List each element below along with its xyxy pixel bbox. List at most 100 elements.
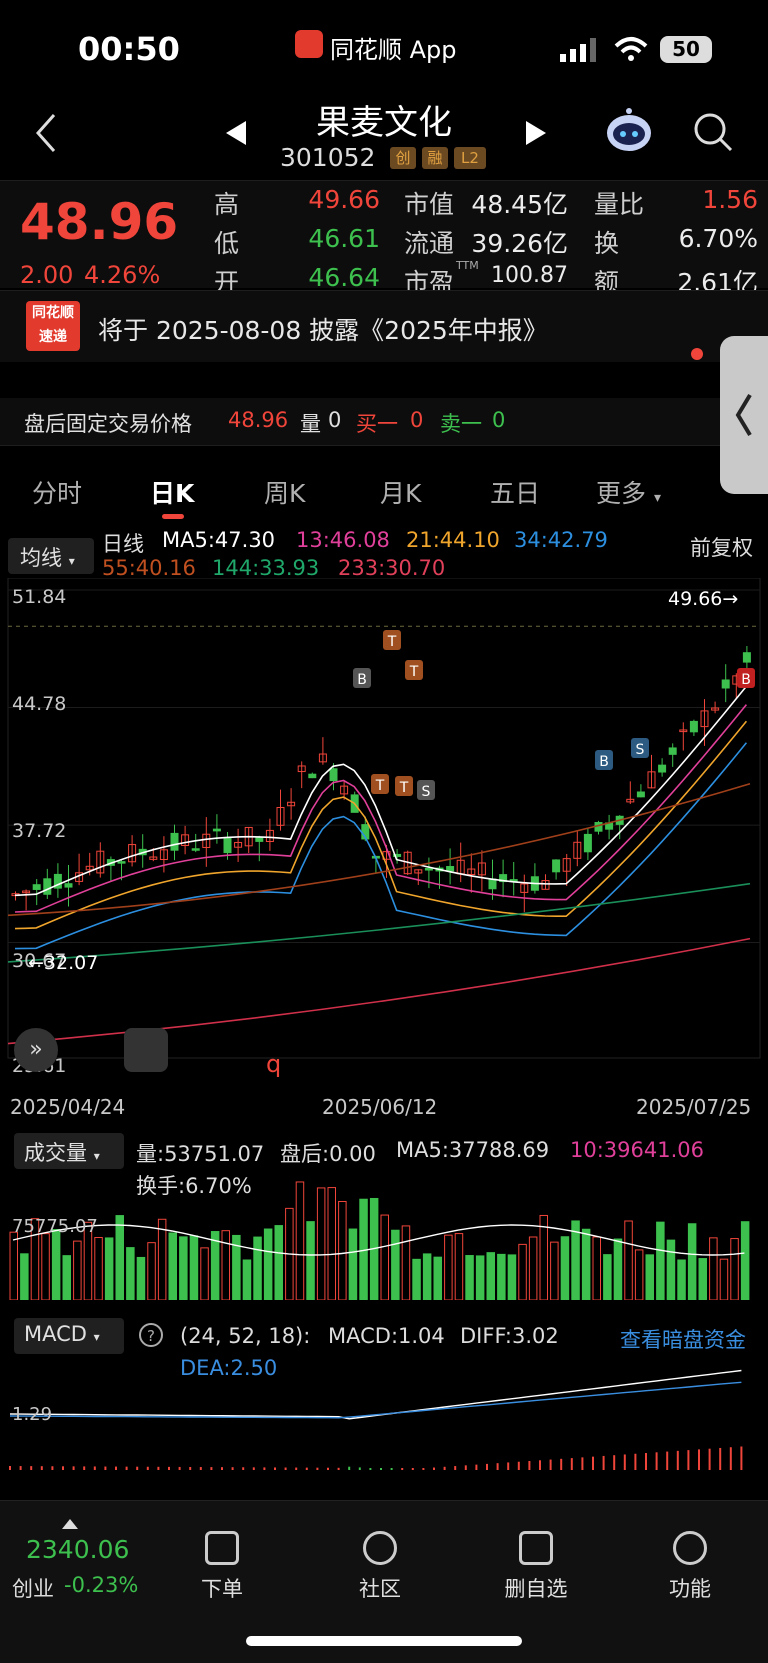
dropdown-caret-icon: ▾ [68, 554, 75, 568]
ma55-value: 55:40.16 [102, 556, 196, 580]
expand-icon[interactable]: » [14, 1028, 58, 1072]
index-value[interactable]: 2340.06 [26, 1535, 129, 1564]
volume-bar [687, 1223, 697, 1300]
express-logo: 同花顺 速递 [26, 301, 80, 351]
tab-five-day[interactable]: 五日 [490, 474, 540, 510]
volume-bar [73, 1240, 82, 1300]
order-button[interactable]: 下单 [182, 1531, 262, 1603]
tab-intraday[interactable]: 分时 [32, 474, 82, 510]
volume-bar [422, 1253, 432, 1300]
dark-pool-link[interactable]: 查看暗盘资金 [620, 1324, 746, 1354]
volume-bar [327, 1187, 336, 1300]
date-end: 2025/07/25 [636, 1095, 752, 1119]
status-bar: 00:50 同花顺 App 50 [0, 0, 768, 95]
chevron-left-icon [735, 393, 752, 437]
diff-line [9, 1369, 742, 1420]
volume-bar [740, 1221, 750, 1300]
volume-bar [338, 1200, 347, 1300]
signal-marker: T [405, 660, 423, 680]
help-icon[interactable]: ? [138, 1322, 164, 1348]
volume-bar [656, 1221, 665, 1300]
tag-chuang: 创 [390, 147, 416, 169]
volume-bar [518, 1243, 527, 1300]
ma21-value: 21:44.10 [406, 528, 500, 552]
signal-marker-label: T [399, 780, 409, 796]
volume-bar [51, 1228, 61, 1300]
candle-body [255, 837, 264, 842]
notice-banner[interactable]: 同花顺 速递 将于 2025-08-08 披露《2025年中报》 [0, 290, 768, 362]
remove-watchlist-button[interactable]: 删自选 [496, 1531, 576, 1603]
volume-bar [136, 1256, 146, 1300]
macd-caret-icon: ▾ [93, 1330, 100, 1344]
low-value: 46.61 [308, 224, 380, 253]
volume-bar [730, 1238, 739, 1300]
price-change-pct: 4.26% [84, 261, 161, 289]
volume-bar [581, 1228, 591, 1300]
volume-bar [550, 1241, 559, 1300]
volume-bar [348, 1228, 358, 1300]
period-label: 日线 [102, 532, 144, 556]
volume-bar [634, 1249, 644, 1300]
signal-marker-label: B [741, 672, 751, 688]
signal-marker-label: T [409, 664, 419, 680]
signal-marker-label: S [422, 784, 431, 800]
candle-body [636, 791, 645, 798]
volume-bar [179, 1236, 188, 1300]
order-label: 下单 [201, 1577, 243, 1601]
functions-button[interactable]: 功能 [650, 1531, 730, 1603]
next-stock-icon[interactable] [524, 121, 546, 145]
y-label-3: 37.72 [12, 820, 67, 842]
robot-assistant-icon[interactable] [604, 107, 654, 155]
functions-label: 功能 [669, 1577, 711, 1601]
candle-body [43, 878, 52, 895]
volume-bar [444, 1234, 453, 1300]
volume-bar [20, 1253, 29, 1300]
tab-more[interactable]: 更多 ▾ [596, 474, 661, 510]
tag-l2: L2 [454, 147, 486, 169]
candlestick-chart[interactable]: BTTT T SBSB [0, 578, 768, 1093]
tab-monthly-k[interactable]: 月K [380, 474, 421, 510]
float-label: 流通 [404, 229, 455, 258]
candle-body [583, 833, 592, 853]
community-button[interactable]: 社区 [340, 1531, 420, 1603]
remove-watchlist-icon [519, 1531, 553, 1565]
index-name: 创业 [12, 1577, 54, 1601]
signal-marker: B [353, 668, 371, 688]
volume-ma10: 10:39641.06 [570, 1138, 704, 1162]
adjust-mode[interactable]: 前复权 [690, 532, 753, 562]
volume-bar [497, 1253, 506, 1300]
signal-marker-label: B [357, 672, 367, 688]
sell1-label: 卖一 [440, 412, 482, 436]
tab-daily-k[interactable]: 日K [150, 474, 194, 510]
mcap-value: 48.45亿 [471, 190, 568, 219]
more-caret-icon: ▾ [653, 490, 661, 506]
ma34-line [14, 742, 748, 950]
tab-weekly-k[interactable]: 周K [264, 474, 305, 510]
high-value: 49.66 [308, 185, 380, 214]
macd-select[interactable]: MACD ▾ [14, 1318, 124, 1354]
volume-bar [709, 1237, 718, 1300]
candle-body [212, 828, 221, 832]
float-value: 39.26亿 [471, 229, 568, 258]
open-value: 46.64 [308, 263, 380, 292]
candle-body [658, 764, 667, 773]
indicator-select[interactable]: 均线 ▾ [8, 538, 94, 574]
pe-value: 100.87 [491, 263, 568, 288]
fullscreen-icon[interactable] [124, 1028, 168, 1072]
volume-bar [126, 1247, 135, 1300]
chart-frame [7, 578, 761, 1059]
candle-body [552, 859, 561, 873]
volume-bar [263, 1228, 273, 1300]
ma34-value: 34:42.79 [514, 528, 608, 552]
volume-bar [306, 1221, 315, 1300]
stock-code: 301052 [280, 143, 376, 172]
volume-bar [624, 1220, 633, 1300]
signal-marker-label: T [375, 778, 385, 794]
volume-bar [412, 1258, 421, 1300]
volume-bar [645, 1254, 654, 1300]
community-label: 社区 [359, 1577, 401, 1601]
signal-marker: S [631, 738, 649, 758]
signal-marker: B [595, 750, 613, 770]
search-icon[interactable] [692, 111, 734, 153]
volume-bar [454, 1233, 464, 1300]
